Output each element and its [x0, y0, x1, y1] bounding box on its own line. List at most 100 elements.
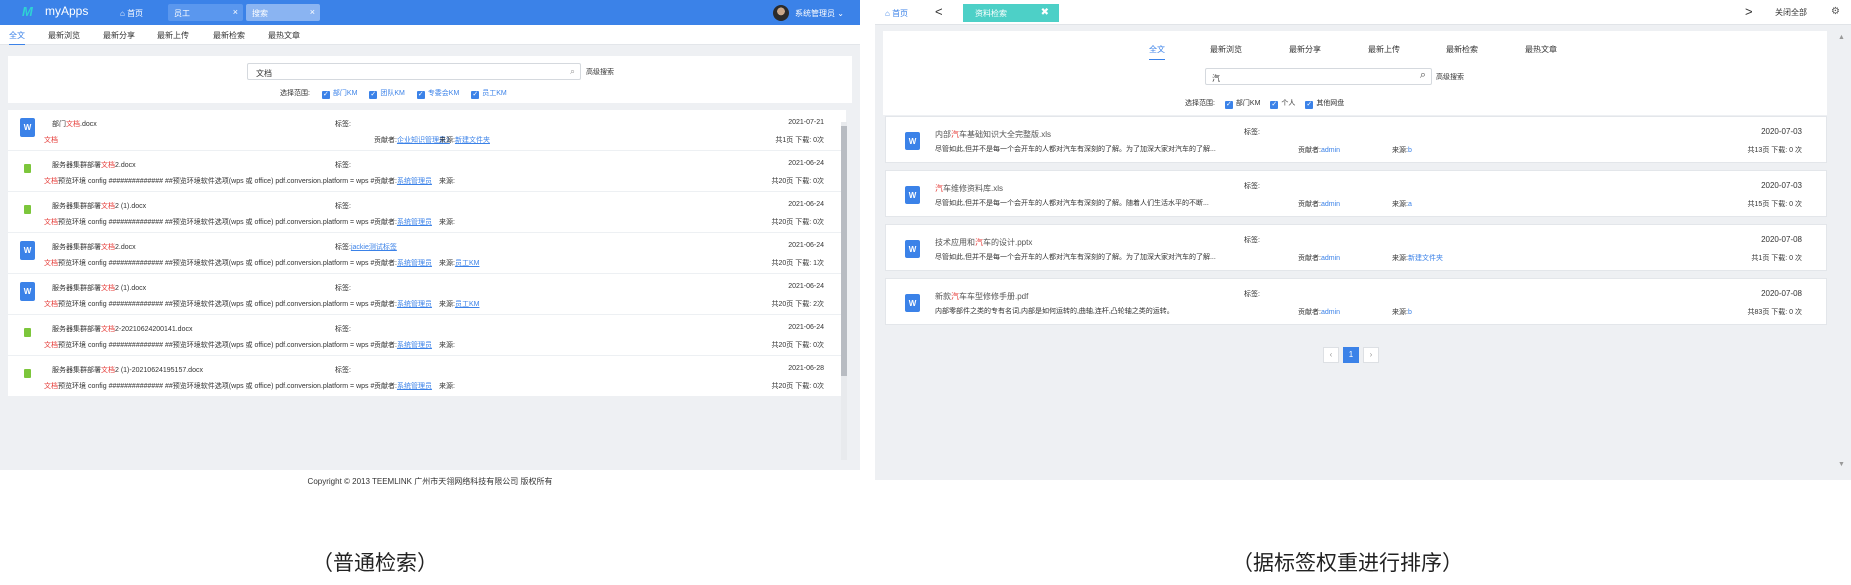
list-item[interactable]: 服务器集群部署文档2.docx 标签: 文档预览环境 config ########… — [8, 151, 846, 192]
contributor-link[interactable]: 系统管理员 — [397, 178, 432, 185]
file-name-link[interactable]: 服务器集群部署文档2 (1).docx — [52, 201, 146, 211]
file-name-link[interactable]: 服务器集群部署文档2.docx — [52, 242, 136, 252]
file-name-link[interactable]: 内部汽车基础知识大全完整版.xls — [935, 129, 1051, 140]
tab-fulltext[interactable]: 全文 — [9, 30, 25, 45]
list-item[interactable]: 服务器集群部署文档2 (1).docx 标签: 文档预览环境 config ####… — [8, 192, 846, 233]
contributor-link[interactable]: 系统管理员 — [397, 260, 432, 267]
tag-link[interactable]: jackie测试标签 — [351, 244, 397, 251]
search-icon[interactable]: ⌕ — [1420, 69, 1426, 82]
source-link[interactable]: b — [1408, 309, 1412, 316]
scrollbar[interactable]: ▲ ▼ — [1836, 30, 1846, 470]
scroll-up-icon[interactable]: ▲ — [1838, 34, 1845, 41]
tab-recent-browse[interactable]: 最新浏览 — [1210, 44, 1242, 55]
source-link[interactable]: 员工KM — [455, 260, 480, 267]
tab-label: 资料检索 — [975, 9, 1007, 18]
prev-page-button[interactable]: ‹ — [1323, 347, 1339, 363]
scroll-down-icon[interactable]: ▼ — [1838, 461, 1845, 468]
page-button-current[interactable]: 1 — [1343, 347, 1359, 363]
advanced-search-link[interactable]: 高级搜索 — [1436, 72, 1464, 82]
source-label: 来源: — [1392, 201, 1408, 208]
list-item[interactable]: W 新款汽车车型修修手册.pdf 内部零部件之类的专有名词,内部是如何运转的,曲轴,… — [885, 278, 1827, 325]
file-name-link[interactable]: 服务器集群部署文档2 (1).docx — [52, 283, 146, 293]
source: 来源:b — [1392, 145, 1412, 155]
file-name-link[interactable]: 服务器集群部署文档2-20210624200141.docx — [52, 324, 192, 334]
source-link[interactable]: a — [1408, 201, 1412, 208]
file-name-highlight: 文档 — [101, 203, 115, 210]
tab-recent-search[interactable]: 最新检索 — [213, 30, 245, 41]
file-name-link[interactable]: 技术应用和汽车的设计.pptx — [935, 237, 1032, 248]
scrollbar-thumb[interactable] — [841, 126, 847, 376]
search-input[interactable]: 文档 ⌕ — [247, 63, 581, 80]
forward-arrow-icon[interactable]: > — [1745, 4, 1753, 19]
contributor-link[interactable]: admin — [1321, 147, 1340, 154]
scope-checkbox-dept-km[interactable]: ✓ 部门KM — [1224, 100, 1260, 109]
tab-data-search[interactable]: 资料检索 ✖ — [963, 4, 1059, 22]
nav-home[interactable]: ⌂ 首页 — [120, 8, 143, 19]
close-icon[interactable]: ✖ — [1041, 7, 1049, 18]
next-page-button[interactable]: › — [1363, 347, 1379, 363]
file-name-link[interactable]: 部门文档.docx — [52, 119, 97, 129]
gear-icon[interactable]: ⚙ — [1831, 6, 1840, 17]
close-icon[interactable]: × — [310, 7, 315, 17]
list-item[interactable]: W 部门文档.docx 标签: 文档 贡献者:企业知识管理员1 来源:新建文件夹 2021-… — [8, 110, 846, 151]
avatar[interactable] — [773, 5, 789, 21]
source-link[interactable]: 员工KM — [455, 301, 480, 308]
scope-checkbox-other-drive[interactable]: ✓ 其他网盘 — [1305, 100, 1344, 109]
tab-hot-articles[interactable]: 最热文章 — [268, 30, 300, 41]
source-link[interactable]: 新建文件夹 — [1408, 255, 1443, 262]
tab-recent-upload[interactable]: 最新上传 — [157, 30, 189, 41]
contributor-link[interactable]: admin — [1321, 255, 1340, 262]
search-input[interactable]: 汽 ⌕ — [1205, 68, 1432, 85]
user-menu[interactable]: 系统管理员 ⌄ — [795, 8, 844, 19]
file-name-link[interactable]: 汽车维修资料库.xls — [935, 183, 1003, 194]
close-icon[interactable]: × — [233, 7, 238, 17]
file-name-link[interactable]: 服务器集群部署文档2 (1)-20210624195157.docx — [52, 365, 203, 375]
word-file-icon: W — [905, 294, 920, 312]
scope-checkbox-committee-km[interactable]: ✓ 专委会KM — [416, 90, 459, 99]
app-name[interactable]: myApps — [45, 4, 88, 18]
tab-hot-articles[interactable]: 最热文章 — [1525, 44, 1557, 55]
source-label: 来源: — [1392, 147, 1408, 154]
list-item[interactable]: W 技术应用和汽车的设计.pptx 尽管如此,但并不是每一个会开车的人都对汽车有深刻… — [885, 224, 1827, 271]
nav-home-label: 首页 — [892, 9, 909, 18]
list-item[interactable]: 服务器集群部署文档2 (1)-20210624195157.docx 标签: 文档预… — [8, 356, 846, 396]
tag-label: 标签: — [335, 285, 351, 292]
back-arrow-icon[interactable]: < — [935, 4, 943, 19]
source: 来源:a — [1392, 199, 1412, 209]
tag-label: 标签: — [335, 162, 351, 169]
nav-home[interactable]: ⌂ 首页 — [885, 8, 908, 19]
contributor-link[interactable]: 系统管理员 — [397, 219, 432, 226]
tab-recent-share[interactable]: 最新分享 — [1289, 44, 1321, 55]
scope-checkbox-team-km[interactable]: ✓ 团队KM — [369, 90, 405, 99]
source-link[interactable]: 新建文件夹 — [455, 137, 490, 144]
contributor-link[interactable]: 系统管理员 — [397, 383, 432, 390]
list-item[interactable]: W 服务器集群部署文档2.docx 标签:jackie测试标签 文档预览环境 conf… — [8, 233, 846, 274]
list-item[interactable]: 服务器集群部署文档2-20210624200141.docx 标签: 文档预览环境 … — [8, 315, 846, 356]
scope-checkbox-staff-km[interactable]: ✓ 员工KM — [471, 90, 507, 99]
tab-recent-upload[interactable]: 最新上传 — [1368, 44, 1400, 55]
tab-recent-share[interactable]: 最新分享 — [103, 30, 135, 41]
scrollbar[interactable] — [841, 122, 847, 460]
home-icon: ⌂ — [120, 9, 128, 18]
contributor-link[interactable]: 系统管理员 — [397, 301, 432, 308]
source-link[interactable]: b — [1408, 147, 1412, 154]
list-item[interactable]: W 汽车维修资料库.xls 尽管如此,但并不是每一个会开车的人都对汽车有深刻的了解。… — [885, 170, 1827, 217]
tab-recent-search[interactable]: 最新检索 — [1446, 44, 1478, 55]
tab-fulltext[interactable]: 全文 — [1149, 44, 1165, 60]
list-item[interactable]: W 内部汽车基础知识大全完整版.xls 尽管如此,但并不是每一个会开车的人都对汽车有… — [885, 116, 1827, 163]
tab-search[interactable]: 搜索 × — [246, 4, 320, 21]
advanced-search-link[interactable]: 高级搜索 — [586, 67, 614, 77]
file-name-link[interactable]: 新款汽车车型修修手册.pdf — [935, 291, 1028, 302]
scope-checkbox-dept-km[interactable]: ✓ 部门KM — [321, 90, 357, 99]
close-all-button[interactable]: 关闭全部 — [1775, 7, 1807, 18]
contributor-link[interactable]: admin — [1321, 201, 1340, 208]
tab-recent-browse[interactable]: 最新浏览 — [48, 30, 80, 41]
scope-checkbox-personal[interactable]: ✓ 个人 — [1270, 100, 1295, 109]
file-name-link[interactable]: 服务器集群部署文档2.docx — [52, 160, 136, 170]
snippet: 文档预览环境 config ############## ##预览环境软件选项(… — [44, 258, 374, 268]
list-item[interactable]: W 服务器集群部署文档2 (1).docx 标签: 文档预览环境 config ###… — [8, 274, 846, 315]
tab-employee[interactable]: 员工 × — [168, 4, 243, 21]
contributor-link[interactable]: admin — [1321, 309, 1340, 316]
search-icon[interactable]: ⌕ — [570, 66, 575, 77]
contributor-link[interactable]: 系统管理员 — [397, 342, 432, 349]
